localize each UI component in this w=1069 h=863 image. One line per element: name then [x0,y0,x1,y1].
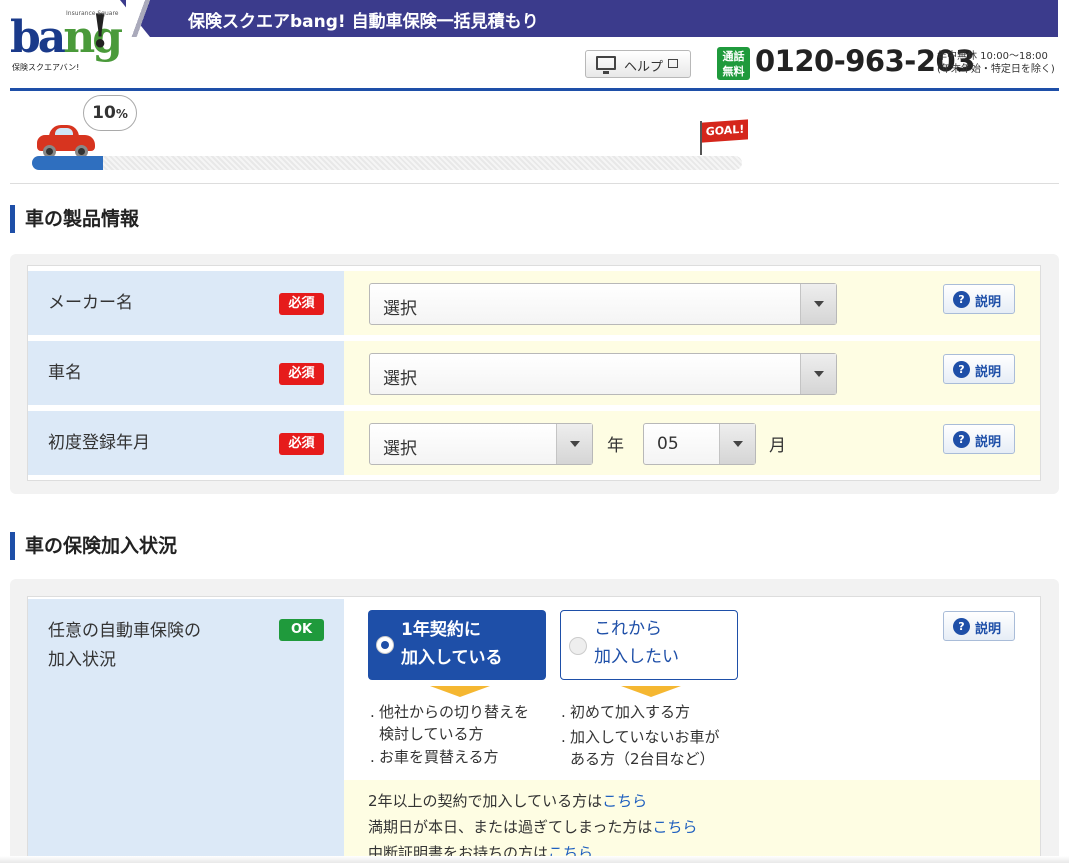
help-button[interactable]: ヘルプ [585,50,691,78]
explain-button[interactable]: ? 説明 [943,424,1015,454]
required-badge: 必須 [279,293,324,315]
explain-button[interactable]: ? 説明 [943,611,1015,641]
progress-bar [32,156,742,170]
car-name-select[interactable]: 選択 [369,353,837,395]
section-heading-insurance-status: 車の保険加入状況 [10,532,177,560]
goal-flag-icon: GOAL! [702,119,748,143]
chevron-down-icon [800,284,836,324]
required-badge: 必須 [279,363,324,385]
new-window-icon [668,59,678,68]
row-car-name: 車名 必須 選択 ? 説明 [28,341,1040,405]
link-here-2year[interactable]: こちら [602,792,647,810]
notes-new: . 初めて加入する方 . 加入していないお車が ある方（2台目など） [561,703,720,768]
free-call-badge: 通話 無料 [717,47,750,80]
maker-select[interactable]: 選択 [369,283,837,325]
radio-unselected-icon [569,637,587,655]
progress-fill [32,156,103,170]
phone-hours: 年中無休 10:00〜18:00 (年末年始・特定日を除く) [937,51,1055,75]
required-badge: 必須 [279,433,324,455]
row-insurance-status: 任意の自動車保険の 加入状況 OK 1年契約に 加入している これから 加入した… [28,599,1040,863]
car-icon [35,123,97,158]
radio-selected-icon [376,636,394,654]
question-icon: ? [953,618,970,635]
year-select[interactable]: 選択 [369,423,593,465]
month-select[interactable]: 05 [643,423,756,465]
chevron-down-icon [800,354,836,394]
question-icon: ? [953,361,970,378]
question-icon: ? [953,431,970,448]
logo-tagline: Insurance Square [66,10,119,17]
alternative-links: 2年以上の契約で加入している方はこちら 満期日が本日、または過ぎてしまった方はこ… [344,780,1040,863]
link-here-expired[interactable]: こちら [652,818,697,836]
field-label: 任意の自動車保険の 加入状況 [48,621,201,670]
row-first-registration: 初度登録年月 必須 選択 年 05 月 ? 説明 [28,411,1040,475]
explain-button[interactable]: ? 説明 [943,284,1015,314]
page-title: 保険スクエアbang! 自動車保険一括見積もり [188,12,539,32]
chevron-down-icon [719,424,755,464]
field-label: 車名 [48,363,82,383]
site-logo[interactable]: bang ! Insurance Square 保険スクエアバン! [10,4,123,72]
notes-current: . 他社からの切り替えを 検討している方 . お車を買替える方 [370,703,530,766]
logo-caption: 保険スクエアバン! [12,63,80,72]
option-new-insurance[interactable]: これから 加入したい [560,610,738,680]
site-header: bang ! Insurance Square 保険スクエアバン! 保険スクエア… [0,0,1069,91]
explain-button[interactable]: ? 説明 [943,354,1015,384]
pointer-triangle [430,686,490,697]
insurance-status-panel: 任意の自動車保険の 加入状況 OK 1年契約に 加入している これから 加入した… [10,579,1059,863]
monitor-icon [596,56,616,74]
year-unit: 年 [607,436,624,456]
progress-area: 10% GOAL! [10,91,1059,184]
option-currently-insured[interactable]: 1年契約に 加入している [368,610,546,680]
row-maker: メーカー名 必須 選択 ? 説明 [28,271,1040,335]
field-label: 初度登録年月 [48,433,150,453]
field-label: メーカー名 [48,293,133,313]
month-unit: 月 [769,436,786,456]
pointer-triangle [621,686,681,697]
question-icon: ? [953,291,970,308]
section-heading-car-info: 車の製品情報 [10,205,139,233]
car-info-panel: メーカー名 必須 選択 ? 説明 車名 必須 選択 ? 説明 初度登録年月 必須… [10,254,1059,494]
help-label: ヘルプ [624,60,664,75]
ok-badge: OK [279,619,324,641]
chevron-down-icon [556,424,592,464]
